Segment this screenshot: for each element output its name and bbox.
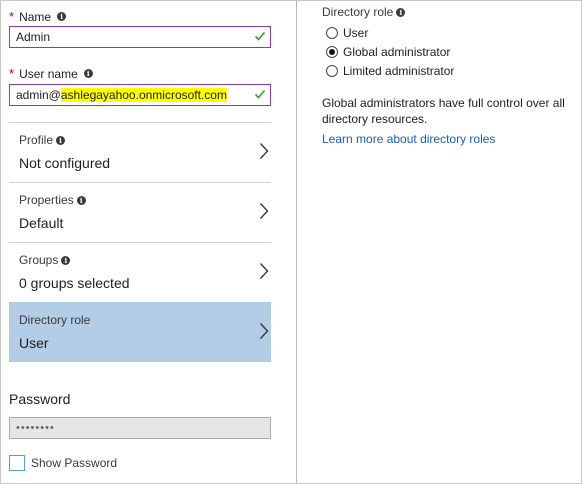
- groups-title-text: Groups: [19, 253, 59, 267]
- directory-role-pane: Directory role i User Global administrat…: [298, 1, 581, 483]
- directory-role-row-value: User: [19, 335, 49, 351]
- radio-button[interactable]: [326, 65, 338, 77]
- user-name-label-text: User name: [19, 66, 78, 81]
- checkmark-icon: [254, 89, 266, 99]
- info-icon[interactable]: i: [396, 7, 406, 17]
- name-input[interactable]: Admin: [9, 26, 271, 48]
- info-icon[interactable]: i: [56, 135, 66, 145]
- radio-user[interactable]: User: [326, 26, 368, 40]
- user-form-pane: * Name i Admin * User name i admin@ashle…: [1, 1, 297, 483]
- required-asterisk: *: [9, 9, 15, 24]
- chevron-right-icon: [259, 323, 269, 339]
- radio-global-administrator[interactable]: Global administrator: [326, 45, 450, 59]
- page: * Name i Admin * User name i admin@ashle…: [0, 0, 582, 484]
- properties-title-text: Properties: [19, 193, 74, 207]
- properties-row-title: Properties i: [19, 193, 86, 207]
- user-name-input[interactable]: admin@ashlegayahoo.onmicrosoft.com: [9, 84, 271, 106]
- chevron-right-icon: [259, 143, 269, 159]
- groups-row[interactable]: Groups i 0 groups selected: [9, 242, 271, 302]
- checkmark-icon: [254, 31, 266, 41]
- info-icon[interactable]: i: [57, 12, 67, 21]
- password-label: Password: [9, 391, 71, 407]
- radio-user-label: User: [343, 26, 369, 40]
- learn-more-link[interactable]: Learn more about directory roles: [322, 132, 495, 146]
- show-password-label: Show Password: [31, 456, 118, 470]
- groups-row-value: 0 groups selected: [19, 275, 130, 291]
- groups-row-title: Groups i: [19, 253, 71, 267]
- properties-row-value: Default: [19, 215, 64, 231]
- radio-global-administrator-label: Global administrator: [343, 45, 451, 59]
- directory-role-row[interactable]: Directory role User: [9, 302, 271, 362]
- user-name-prefix: admin@: [16, 88, 61, 102]
- user-name-label: * User name i: [9, 66, 93, 81]
- profile-row-title: Profile i: [19, 133, 66, 147]
- chevron-right-icon: [259, 203, 269, 219]
- radio-limited-administrator[interactable]: Limited administrator: [326, 64, 454, 78]
- profile-title-text: Profile: [19, 133, 54, 147]
- password-input[interactable]: ••••••••: [9, 417, 271, 439]
- chevron-right-icon: [259, 263, 269, 279]
- show-password-toggle[interactable]: Show Password: [9, 455, 117, 471]
- info-icon[interactable]: i: [76, 195, 86, 205]
- role-description: Global administrators have full control …: [322, 96, 565, 126]
- required-asterisk: *: [9, 66, 15, 81]
- radio-button-checked[interactable]: [326, 46, 338, 58]
- directory-role-row-title: Directory role: [19, 313, 90, 327]
- name-input-value: Admin: [16, 30, 51, 44]
- radio-button[interactable]: [326, 27, 338, 39]
- show-password-checkbox[interactable]: [9, 455, 25, 471]
- directory-role-panel-title: Directory role i: [322, 5, 406, 19]
- radio-limited-administrator-label: Limited administrator: [343, 64, 455, 78]
- info-icon[interactable]: i: [61, 255, 71, 265]
- user-name-domain: ashlegayahoo.onmicrosoft.com: [60, 88, 227, 102]
- info-icon[interactable]: i: [83, 69, 93, 78]
- name-label: * Name i: [9, 9, 67, 24]
- name-label-text: Name: [19, 9, 52, 24]
- properties-row[interactable]: Properties i Default: [9, 182, 271, 242]
- profile-row[interactable]: Profile i Not configured: [9, 122, 271, 182]
- profile-row-value: Not configured: [19, 155, 111, 171]
- directory-role-title-text: Directory role: [19, 313, 91, 327]
- directory-role-panel-title-text: Directory role: [322, 5, 394, 19]
